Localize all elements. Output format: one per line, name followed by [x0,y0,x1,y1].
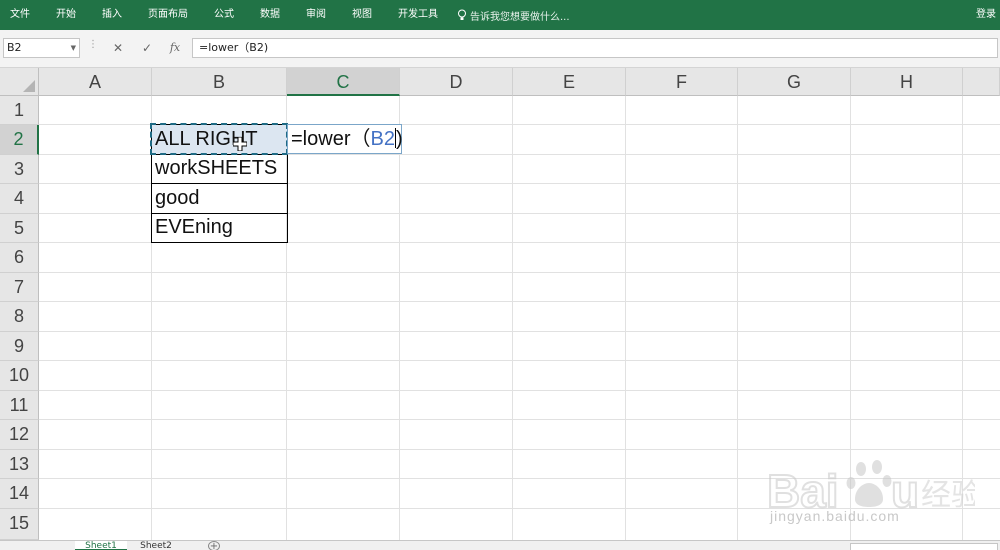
sheet-tab-sheet2[interactable]: Sheet2 [130,541,182,550]
formula-input[interactable]: =lower（B2) [192,38,998,58]
column-header-f[interactable]: F [626,68,738,96]
gridline [625,96,626,540]
gridline [737,96,738,540]
login-button[interactable]: 登录 [976,0,996,30]
formula-reference: B2 [370,128,395,150]
lightbulb-icon [458,9,466,20]
menu-developer[interactable]: 开发工具 [385,0,451,30]
formula-bar: B2 ▼ ⋮ ✕ ✓ fx =lower（B2) [0,30,1000,68]
gridline [39,331,1000,332]
chevron-down-icon[interactable]: ▼ [71,39,76,57]
enter-formula-button[interactable]: ✓ [137,38,157,58]
cell-b3[interactable]: workSHEETS [152,154,277,184]
svg-text:经验: 经验 [921,478,975,513]
horizontal-scrollbar[interactable] [850,543,998,550]
row-header-6[interactable]: 6 [0,243,39,273]
gridline [39,419,1000,420]
sheet-tab-sheet1[interactable]: Sheet1 [75,541,127,550]
row-header-8[interactable]: 8 [0,302,39,332]
name-box[interactable]: B2 ▼ [3,38,80,58]
gridline [39,360,1000,361]
menu-view[interactable]: 视图 [339,0,385,30]
row-header-3[interactable]: 3 [0,155,39,184]
column-header-partial[interactable] [963,68,1000,96]
spreadsheet-grid[interactable]: A B C D E F G H 1 2 3 4 5 6 7 8 9 10 11 … [0,68,1000,540]
tell-me-search[interactable]: 告诉我您想要做什么... [451,8,570,23]
select-all-icon [23,80,35,92]
cell-b5[interactable]: EVEning [152,213,233,243]
menu-insert[interactable]: 插入 [89,0,135,30]
copy-marquee [150,123,288,155]
column-header-g[interactable]: G [738,68,851,96]
row-header-5[interactable]: 5 [0,214,39,243]
gridline [399,96,400,540]
gridline [512,96,513,540]
gridline [39,390,1000,391]
formula-prefix: =lower（ [291,128,371,150]
cell-c2-formula[interactable]: =lower（B2) [291,124,403,154]
column-header-c[interactable]: C [287,68,400,96]
cancel-formula-button[interactable]: ✕ [108,38,128,58]
more-options-icon[interactable]: ⋮ [88,39,99,50]
gridline [39,449,1000,450]
tell-me-text: 告诉我您想要做什么... [470,11,570,23]
gridline [39,272,1000,273]
column-header-d[interactable]: D [400,68,513,96]
row-header-12[interactable]: 12 [0,420,39,450]
cell-select-cursor-icon [233,137,247,151]
select-all-button[interactable] [0,68,39,96]
row-header-10[interactable]: 10 [0,361,39,391]
row-header-4[interactable]: 4 [0,184,39,214]
sheet-tab-bar: Sheet1 Sheet2 + [0,540,1000,550]
ribbon-menu: 文件 开始 插入 页面布局 公式 数据 审阅 视图 开发工具 告诉我您想要做什么… [0,0,1000,30]
cell-b4[interactable]: good [152,184,200,214]
row-header-9[interactable]: 9 [0,332,39,361]
watermark-text: jingyan.baidu.com [770,508,900,524]
row-header-13[interactable]: 13 [0,450,39,479]
row-header-11[interactable]: 11 [0,391,39,420]
row-header-15[interactable]: 15 [0,509,39,540]
add-sheet-icon[interactable]: + [208,541,220,550]
menu-home[interactable]: 开始 [43,0,89,30]
insert-function-button[interactable]: fx [165,38,185,58]
row-header-14[interactable]: 14 [0,479,39,509]
menu-data[interactable]: 数据 [247,0,293,30]
name-box-value: B2 [7,41,22,54]
menu-formulas[interactable]: 公式 [201,0,247,30]
row-header-2[interactable]: 2 [0,125,39,155]
column-header-a[interactable]: A [39,68,152,96]
column-header-h[interactable]: H [851,68,963,96]
row-header-1[interactable]: 1 [0,96,39,125]
column-header-b[interactable]: B [152,68,287,96]
menu-review[interactable]: 审阅 [293,0,339,30]
menu-page-layout[interactable]: 页面布局 [135,0,201,30]
formula-suffix: ) [395,128,403,150]
row-header-7[interactable]: 7 [0,273,39,302]
gridline [39,301,1000,302]
menu-file[interactable]: 文件 [0,0,43,30]
column-header-e[interactable]: E [513,68,626,96]
